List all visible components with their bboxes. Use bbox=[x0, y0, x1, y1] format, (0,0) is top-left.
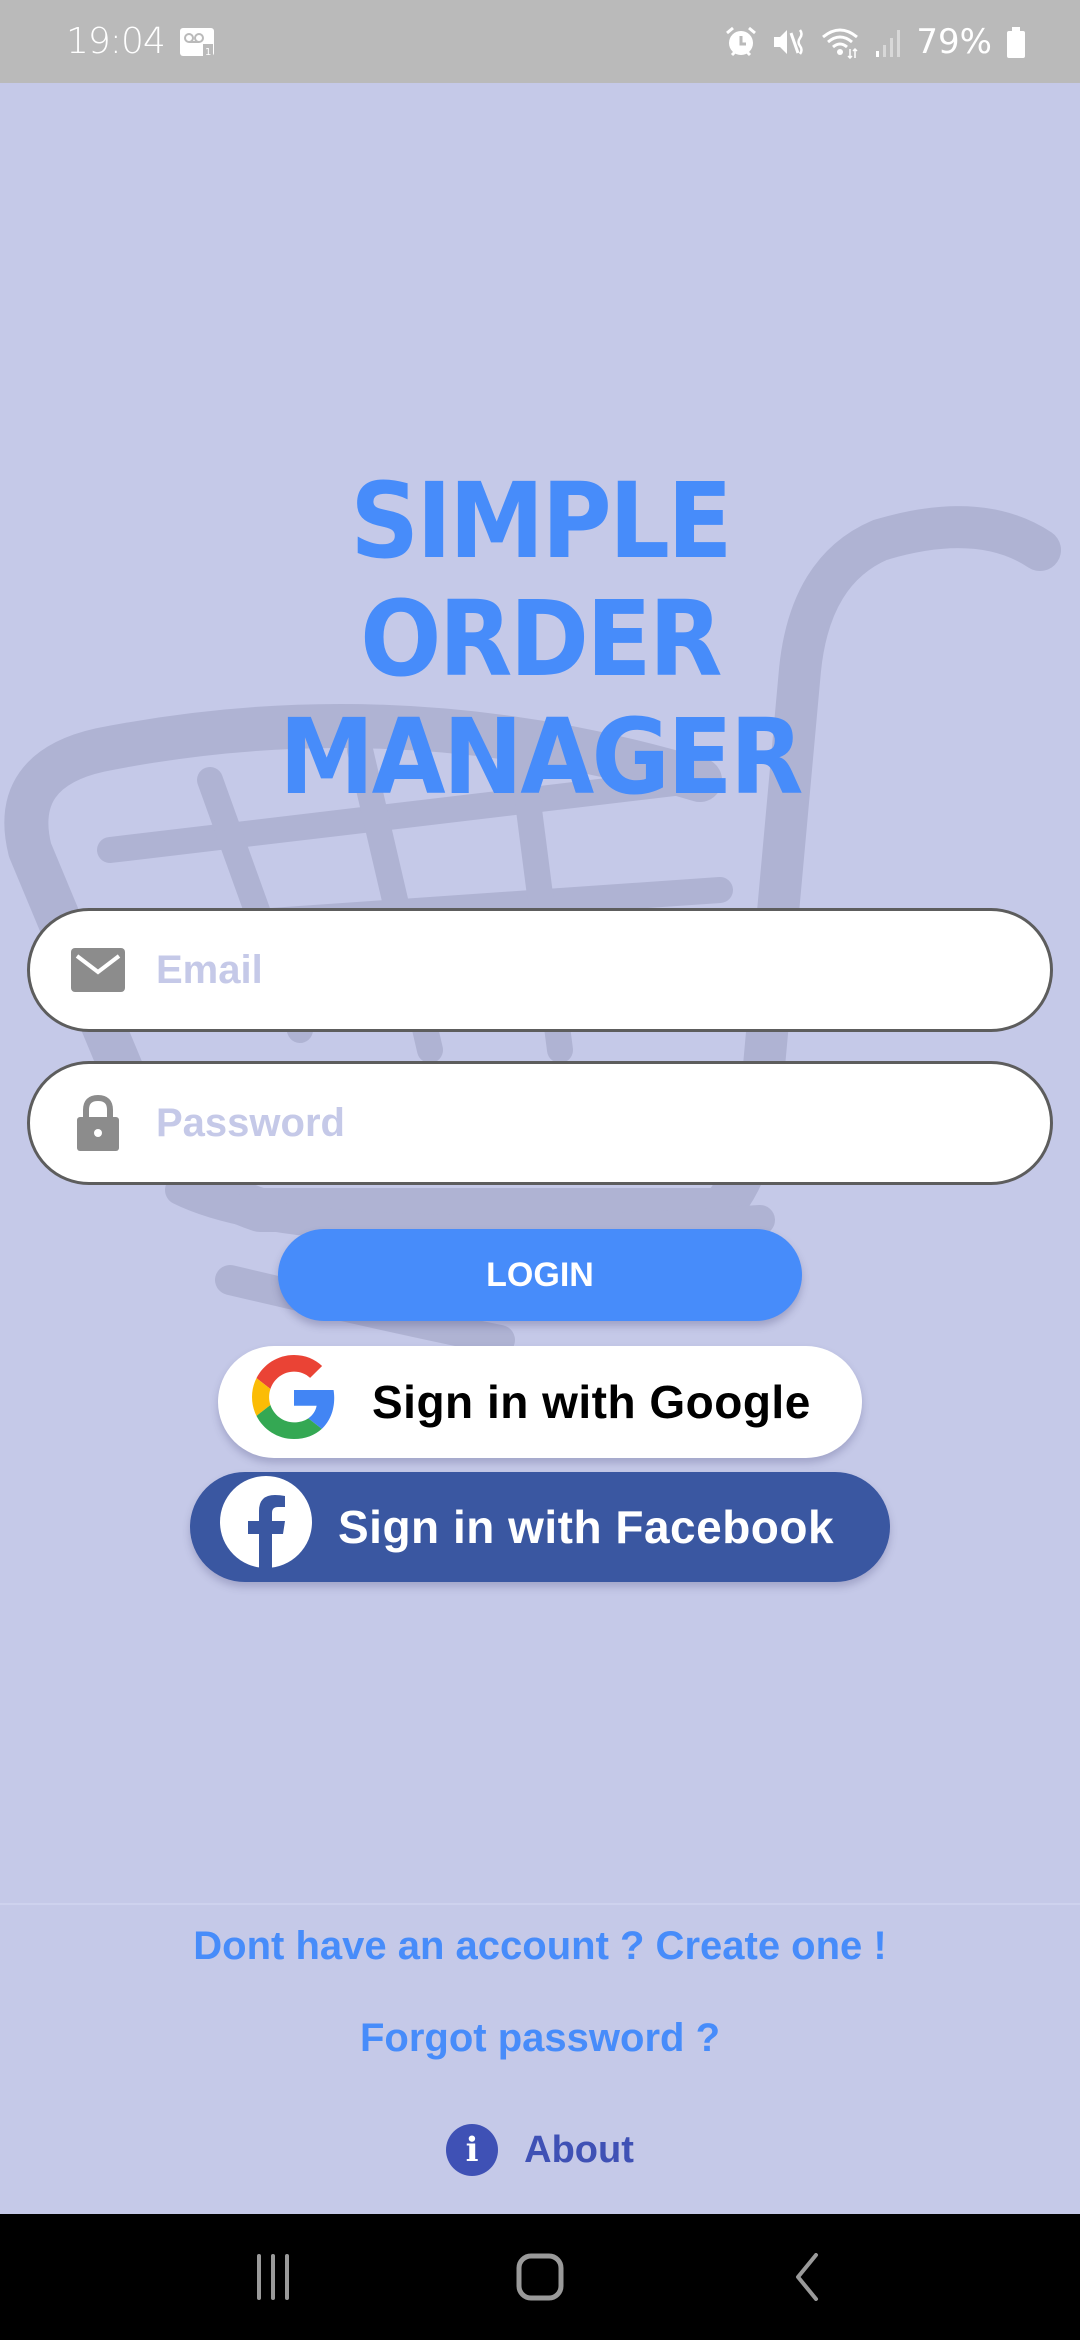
facebook-sign-in-button[interactable]: Sign in with Facebook bbox=[190, 1472, 890, 1582]
forgot-password-link[interactable]: Forgot password ? bbox=[0, 2016, 1080, 2061]
home-icon[interactable] bbox=[500, 2237, 580, 2317]
app-title: SIMPLE ORDER MANAGER bbox=[0, 462, 1080, 816]
password-input[interactable] bbox=[156, 1100, 1050, 1146]
login-button[interactable]: LOGIN bbox=[278, 1229, 802, 1321]
lock-icon bbox=[70, 1095, 126, 1151]
battery-percent: 79% bbox=[916, 21, 992, 62]
battery-icon bbox=[1006, 25, 1026, 59]
footer-divider bbox=[0, 1903, 1080, 1905]
google-logo-icon bbox=[252, 1354, 336, 1450]
svg-text:1: 1 bbox=[205, 47, 211, 58]
google-sign-in-label: Sign in with Google bbox=[372, 1376, 811, 1428]
facebook-sign-in-label: Sign in with Facebook bbox=[338, 1501, 835, 1553]
title-line-1: SIMPLE bbox=[350, 460, 732, 582]
about-button[interactable]: i About bbox=[0, 2122, 1080, 2178]
alarm-icon bbox=[724, 25, 758, 59]
wifi-icon bbox=[820, 25, 860, 59]
email-input[interactable] bbox=[156, 947, 1050, 993]
email-field[interactable] bbox=[27, 908, 1053, 1032]
voicemail-icon: 1 bbox=[179, 26, 215, 58]
facebook-logo-icon bbox=[220, 1475, 312, 1579]
google-sign-in-button[interactable]: Sign in with Google bbox=[218, 1346, 862, 1458]
password-field[interactable] bbox=[27, 1061, 1053, 1185]
create-account-link[interactable]: Dont have an account ? Create one ! bbox=[0, 1924, 1080, 1969]
signal-icon bbox=[874, 25, 902, 59]
about-label: About bbox=[524, 2128, 634, 2171]
email-icon bbox=[70, 942, 126, 998]
status-time: 19:04 bbox=[66, 21, 166, 62]
title-line-2: ORDER bbox=[360, 578, 722, 700]
title-line-3: MANAGER bbox=[279, 696, 803, 818]
vibrate-mute-icon bbox=[772, 25, 806, 59]
navigation-bar bbox=[0, 2214, 1080, 2340]
status-bar: 19:04 1 79% bbox=[0, 0, 1080, 83]
back-icon[interactable] bbox=[767, 2237, 847, 2317]
info-icon: i bbox=[446, 2124, 499, 2176]
recents-icon[interactable] bbox=[233, 2237, 313, 2317]
